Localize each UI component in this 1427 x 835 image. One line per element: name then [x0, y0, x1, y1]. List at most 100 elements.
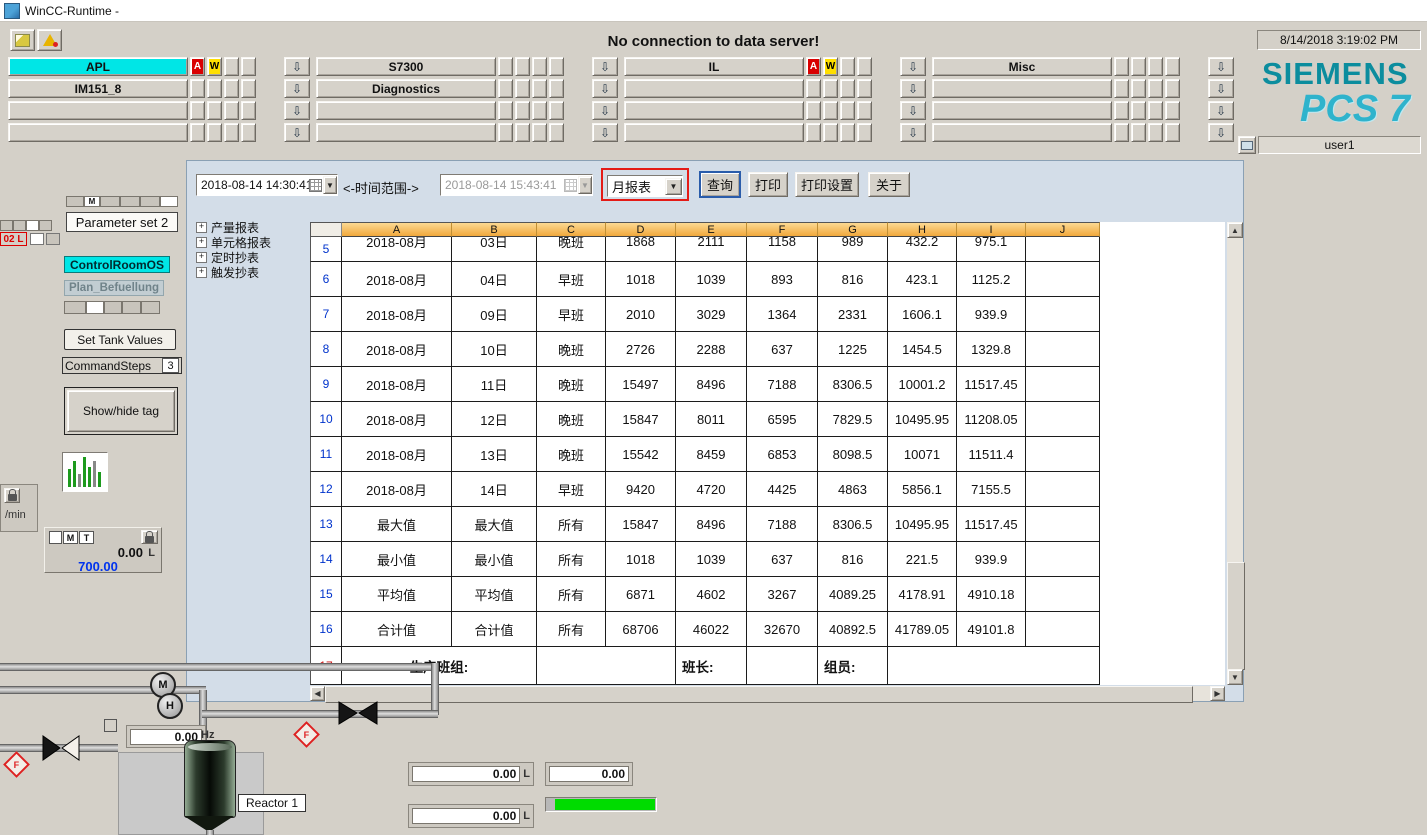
- sheet-cell[interactable]: 423.1: [888, 262, 957, 297]
- sheet-cell[interactable]: 4602: [676, 577, 747, 612]
- nav-small-button[interactable]: [549, 101, 564, 120]
- volume-field-3[interactable]: 0.00 L: [408, 804, 534, 828]
- sheet-cell[interactable]: [888, 647, 1100, 685]
- print-setup-button[interactable]: 打印设置: [795, 172, 859, 197]
- combo-dropdown-icon[interactable]: ▼: [665, 178, 682, 195]
- sheet-cell[interactable]: [1026, 262, 1100, 297]
- interlock-f-icon[interactable]: F: [3, 751, 30, 778]
- sheet-cell[interactable]: 2018-08月: [342, 402, 452, 437]
- sheet-cell[interactable]: 2010: [606, 297, 676, 332]
- sheet-cell[interactable]: [1026, 402, 1100, 437]
- scroll-down-icon[interactable]: ▼: [1227, 669, 1243, 685]
- nav-small-button[interactable]: [549, 123, 564, 142]
- sheet-cell[interactable]: 32670: [747, 612, 818, 647]
- sheet-cell[interactable]: 04日: [452, 262, 537, 297]
- sheet-cell[interactable]: 4089.25: [818, 577, 888, 612]
- sheet-cell[interactable]: 8496: [676, 507, 747, 542]
- tree-item-1[interactable]: +单元格报表: [196, 235, 308, 250]
- nav-small-button[interactable]: [1148, 101, 1163, 120]
- sheet-cell[interactable]: 11日: [452, 367, 537, 402]
- sheet-cell[interactable]: 所有: [537, 507, 606, 542]
- sheet-cell[interactable]: 15847: [606, 507, 676, 542]
- valve-icon[interactable]: [338, 701, 378, 725]
- sheet-cell[interactable]: [1026, 332, 1100, 367]
- nav-expand-arrow-icon[interactable]: ⇩: [284, 123, 310, 142]
- row-header-12[interactable]: 12: [310, 472, 342, 507]
- tree-item-3[interactable]: +触发抄表: [196, 265, 308, 280]
- report-type-combo[interactable]: 月报表 ▼: [607, 175, 683, 197]
- nav-small-button[interactable]: [224, 79, 239, 98]
- v-scroll-thumb[interactable]: [1227, 562, 1245, 670]
- nav-small-button[interactable]: [532, 101, 547, 120]
- sheet-cell[interactable]: 晚班: [537, 402, 606, 437]
- sheet-cell[interactable]: 1125.2: [957, 262, 1026, 297]
- nav-small-button[interactable]: [1131, 123, 1146, 142]
- sheet-cell[interactable]: 10001.2: [888, 367, 957, 402]
- sheet-cell[interactable]: 11511.4: [957, 437, 1026, 472]
- sheet-cell[interactable]: 最小值: [342, 542, 452, 577]
- sheet-cell[interactable]: 9420: [606, 472, 676, 507]
- nav-button-empty[interactable]: [8, 101, 188, 120]
- nav-small-button[interactable]: [1165, 79, 1180, 98]
- volume-value-3[interactable]: 0.00: [412, 808, 520, 824]
- h-scrollbar[interactable]: ◀ ▶: [310, 686, 1225, 701]
- sheet-cell[interactable]: 2018-08月: [342, 237, 452, 262]
- nav-small-button[interactable]: [1131, 101, 1146, 120]
- row-header-7[interactable]: 7: [310, 297, 342, 332]
- row-header-8[interactable]: 8: [310, 332, 342, 367]
- nav-small-button[interactable]: [806, 123, 821, 142]
- sheet-cell[interactable]: 2018-08月: [342, 472, 452, 507]
- nav-small-button[interactable]: [840, 123, 855, 142]
- sheet-cell[interactable]: 8306.5: [818, 507, 888, 542]
- nav-small-button[interactable]: [857, 57, 872, 76]
- sheet-cell[interactable]: 2726: [606, 332, 676, 367]
- faceplate-strip-1[interactable]: M: [66, 196, 178, 207]
- sheet-cell[interactable]: 14日: [452, 472, 537, 507]
- sheet-cell[interactable]: 1225: [818, 332, 888, 367]
- nav-expand-arrow-icon[interactable]: ⇩: [592, 101, 618, 120]
- sheet-cell[interactable]: 4178.91: [888, 577, 957, 612]
- sheet-cell[interactable]: 早班: [537, 472, 606, 507]
- sheet-cell[interactable]: 1018: [606, 262, 676, 297]
- sheet-cell[interactable]: [1026, 577, 1100, 612]
- row-header-11[interactable]: 11: [310, 437, 342, 472]
- sheet-cell[interactable]: [537, 647, 676, 685]
- sheet-cell[interactable]: 最小值: [452, 542, 537, 577]
- show-hide-tag-button[interactable]: Show/hide tag: [64, 387, 178, 435]
- row-header-5[interactable]: 5: [310, 237, 342, 262]
- scroll-right-icon[interactable]: ▶: [1210, 686, 1225, 701]
- nav-small-button[interactable]: [1165, 57, 1180, 76]
- sheet-cell[interactable]: [1026, 542, 1100, 577]
- sheet-cell[interactable]: 7188: [747, 507, 818, 542]
- nav-small-button[interactable]: [515, 123, 530, 142]
- sheet-cell[interactable]: [1026, 472, 1100, 507]
- nav-small-button[interactable]: [549, 79, 564, 98]
- sheet-cell[interactable]: 8098.5: [818, 437, 888, 472]
- nav-small-button[interactable]: [1131, 79, 1146, 98]
- sheet-cell[interactable]: 合计值: [342, 612, 452, 647]
- sheet-cell[interactable]: 早班: [537, 297, 606, 332]
- column-header-D[interactable]: D: [606, 222, 676, 237]
- nav-expand-arrow-icon[interactable]: ⇩: [592, 79, 618, 98]
- sheet-cell[interactable]: 3267: [747, 577, 818, 612]
- valve-icon[interactable]: [42, 735, 80, 761]
- sheet-cell[interactable]: 8306.5: [818, 367, 888, 402]
- nav-button-empty[interactable]: [624, 123, 804, 142]
- sheet-cell[interactable]: 1039: [676, 542, 747, 577]
- nav-expand-arrow-icon[interactable]: ⇩: [284, 101, 310, 120]
- column-header-C[interactable]: C: [537, 222, 606, 237]
- sheet-cell[interactable]: 平均值: [452, 577, 537, 612]
- nav-small-button[interactable]: [241, 79, 256, 98]
- row-header-9[interactable]: 9: [310, 367, 342, 402]
- column-header-B[interactable]: B: [452, 222, 537, 237]
- sheet-cell[interactable]: 975.1: [957, 237, 1026, 262]
- nav-small-button[interactable]: [823, 79, 838, 98]
- sheet-cell[interactable]: 晚班: [537, 367, 606, 402]
- sheet-cell[interactable]: 2018-08月: [342, 437, 452, 472]
- sheet-cell[interactable]: 8459: [676, 437, 747, 472]
- nav-small-button[interactable]: [515, 57, 530, 76]
- expand-plus-icon[interactable]: +: [196, 237, 207, 248]
- column-header-I[interactable]: I: [957, 222, 1026, 237]
- nav-small-button[interactable]: [207, 101, 222, 120]
- sheet-cell[interactable]: 2018-08月: [342, 367, 452, 402]
